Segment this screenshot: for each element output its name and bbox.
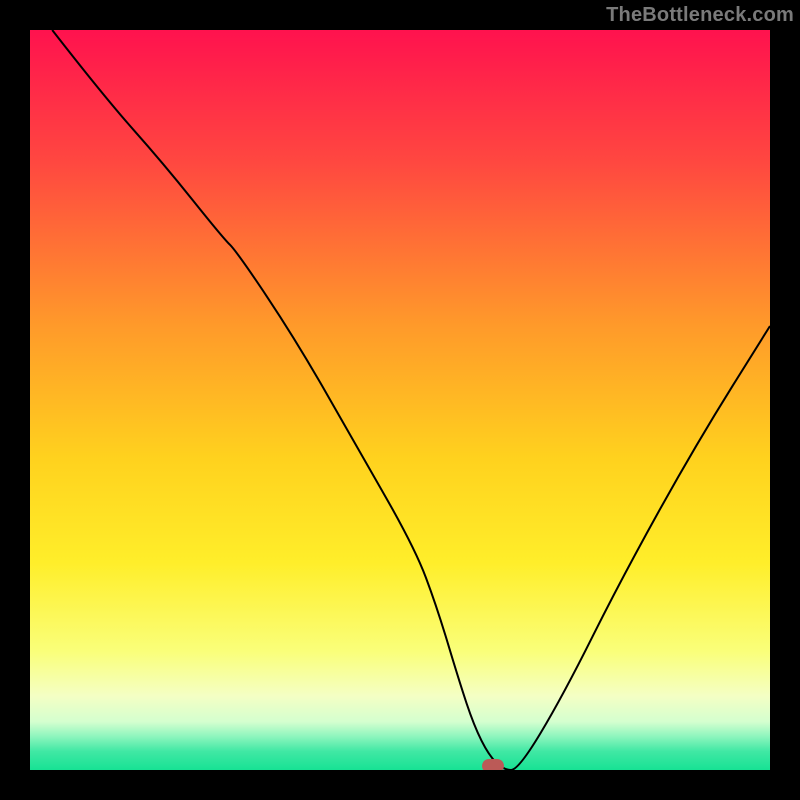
plot-area [30,30,770,770]
bottleneck-marker [482,759,504,770]
chart-frame: TheBottleneck.com [0,0,800,800]
bottleneck-curve [52,30,770,770]
curve-layer [30,30,770,770]
watermark-text: TheBottleneck.com [606,4,794,27]
